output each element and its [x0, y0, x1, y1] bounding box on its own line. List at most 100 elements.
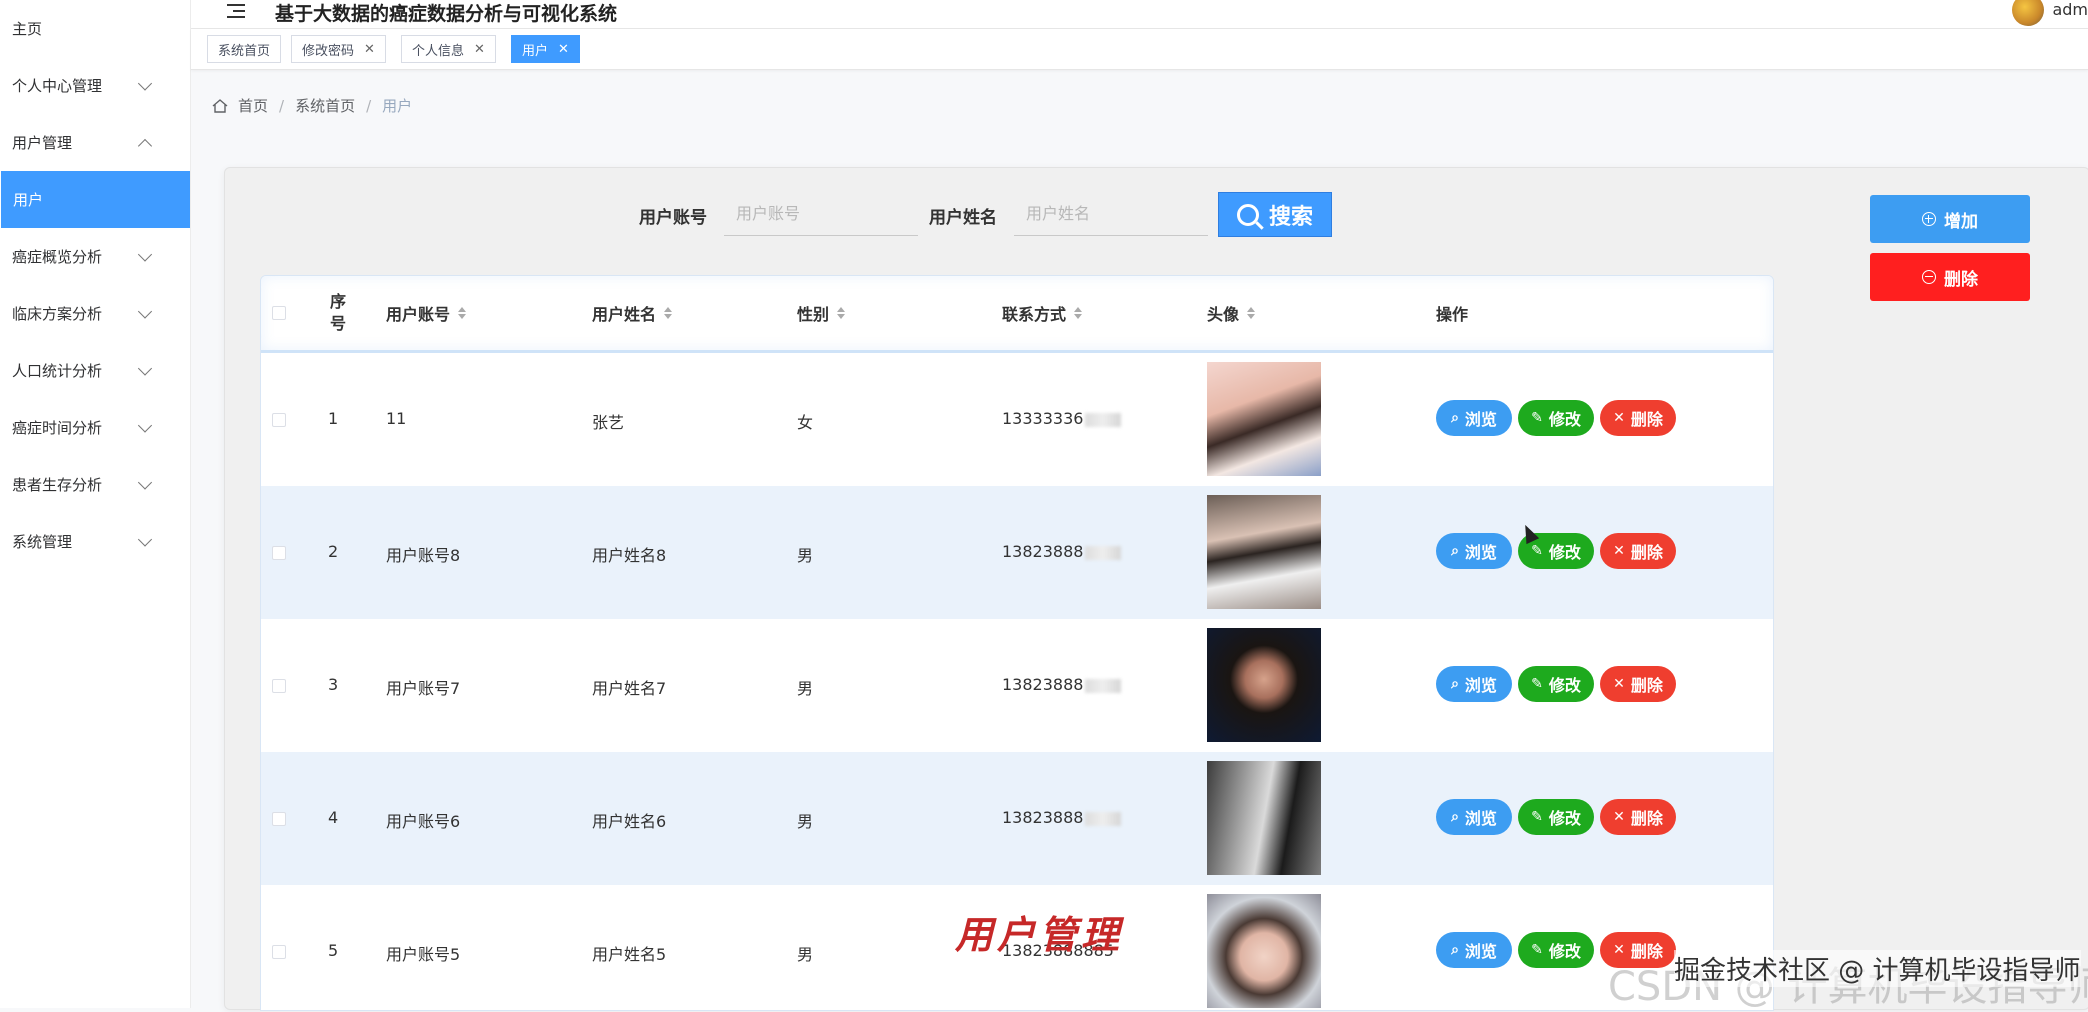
edit-icon: ✎: [1531, 809, 1543, 825]
close-icon: ✕: [1613, 543, 1625, 559]
view-button-label: 浏览: [1464, 809, 1497, 828]
sidebar-item-label: 用户: [13, 191, 44, 209]
column-header-avatar[interactable]: 头像: [1207, 276, 1256, 350]
sort-icon[interactable]: [1247, 307, 1256, 319]
cell-index: 1: [328, 409, 339, 428]
sidebar-item-cancer-time[interactable]: 癌症时间分析: [0, 399, 190, 456]
column-header-account[interactable]: 用户账号: [386, 276, 467, 350]
row-checkbox[interactable]: [272, 812, 286, 826]
avatar-image[interactable]: [1207, 362, 1321, 476]
cell-account: 用户账号6: [386, 812, 461, 831]
breadcrumb-current: 用户: [382, 97, 413, 115]
avatar-image[interactable]: [1207, 894, 1321, 1008]
sort-icon[interactable]: [837, 307, 846, 319]
view-button[interactable]: ⌕ 浏览: [1436, 666, 1512, 702]
close-icon[interactable]: ✕: [474, 42, 485, 57]
tab-system-home[interactable]: 系统首页: [207, 35, 282, 63]
row-checkbox[interactable]: [272, 413, 286, 427]
sidebar-item-user-management[interactable]: 用户管理: [0, 114, 190, 171]
sidebar-item-label: 主页: [12, 20, 43, 38]
sidebar-item-label: 用户管理: [12, 134, 73, 152]
menu-toggle-icon[interactable]: [227, 4, 245, 18]
view-button[interactable]: ⌕ 浏览: [1436, 799, 1512, 835]
delete-button[interactable]: ✕ 删除: [1600, 533, 1676, 569]
tab-personal-info[interactable]: 个人信息 ✕: [401, 35, 496, 63]
close-icon[interactable]: ✕: [558, 42, 569, 57]
sidebar-item-survival[interactable]: 患者生存分析: [0, 456, 190, 513]
edit-button[interactable]: ✎ 修改: [1518, 666, 1594, 702]
add-button-label: 增加: [1944, 211, 1978, 232]
overlay-stamp: 用户管理: [955, 912, 1124, 957]
close-icon: ✕: [1613, 410, 1625, 426]
edit-button-label: 修改: [1548, 676, 1581, 695]
sort-icon[interactable]: [664, 307, 673, 319]
sidebar-item-users[interactable]: 用户: [1, 171, 190, 228]
view-button[interactable]: ⌕ 浏览: [1436, 533, 1512, 569]
header-label: 用户姓名: [592, 305, 657, 324]
user-avatar[interactable]: [2012, 0, 2044, 26]
search-icon: ⌕: [1451, 676, 1459, 692]
select-all-checkbox[interactable]: [272, 306, 286, 320]
chevron-down-icon: [137, 474, 153, 490]
column-header-index: 序号: [329, 292, 346, 333]
sidebar-item-personal-center[interactable]: 个人中心管理: [0, 57, 190, 114]
cell-index: 2: [328, 542, 339, 561]
column-header-gender[interactable]: 性别: [797, 276, 846, 350]
column-header-phone[interactable]: 联系方式: [1002, 276, 1083, 350]
close-icon[interactable]: ✕: [364, 42, 375, 57]
row-checkbox[interactable]: [272, 679, 286, 693]
account-search-input[interactable]: [724, 192, 918, 236]
delete-button[interactable]: ✕ 删除: [1600, 666, 1676, 702]
search-icon: ⌕: [1451, 809, 1459, 825]
breadcrumb-home[interactable]: 首页: [238, 95, 268, 116]
sidebar-item-home[interactable]: 主页: [0, 0, 190, 57]
user-name[interactable]: adm: [2052, 0, 2088, 19]
phone-text: 13823888: [1002, 542, 1084, 561]
table-row: 1 11 张艺 女 13333336 ⌕ 浏览 ✎ 修改 ✕ 删除: [261, 353, 1773, 486]
sort-icon[interactable]: [1074, 307, 1083, 319]
sidebar-item-cancer-overview[interactable]: 癌症概览分析: [0, 228, 190, 285]
column-header-name[interactable]: 用户姓名: [592, 276, 673, 350]
add-button[interactable]: 增加: [1870, 195, 2030, 243]
main-panel: 用户账号 用户姓名 搜索 增加 删除 序号 用户账号 用户姓名 性别 联系方式 …: [224, 167, 2088, 1011]
cell-index: 5: [328, 941, 339, 960]
edit-button[interactable]: ✎ 修改: [1518, 400, 1594, 436]
sidebar-item-clinical-plan[interactable]: 临床方案分析: [0, 285, 190, 342]
view-button-label: 浏览: [1464, 410, 1497, 429]
breadcrumb-system-home[interactable]: 系统首页: [295, 95, 355, 116]
edit-button[interactable]: ✎ 修改: [1518, 932, 1594, 968]
avatar-image[interactable]: [1207, 628, 1321, 742]
cell-account: 用户账号8: [386, 546, 461, 565]
home-icon: [212, 98, 228, 113]
account-search-label: 用户账号: [639, 208, 707, 228]
cell-phone: 13823888: [1002, 542, 1122, 561]
batch-delete-button[interactable]: 删除: [1870, 253, 2030, 301]
delete-button-label: 删除: [1630, 809, 1663, 828]
sort-icon[interactable]: [458, 307, 467, 319]
sidebar-item-system[interactable]: 系统管理: [0, 513, 190, 570]
search-button-label: 搜索: [1268, 204, 1313, 230]
header-label: 联系方式: [1002, 305, 1067, 324]
cell-gender: 男: [797, 812, 814, 831]
cell-gender: 男: [797, 679, 814, 698]
delete-button[interactable]: ✕ 删除: [1600, 400, 1676, 436]
name-search-input[interactable]: [1014, 192, 1208, 236]
delete-button-label: 删除: [1944, 269, 1978, 290]
edit-button[interactable]: ✎ 修改: [1518, 799, 1594, 835]
sidebar-item-label: 人口统计分析: [12, 362, 103, 380]
delete-button[interactable]: ✕ 删除: [1600, 799, 1676, 835]
edit-button-label: 修改: [1548, 942, 1581, 961]
row-checkbox[interactable]: [272, 945, 286, 959]
tab-change-password[interactable]: 修改密码 ✕: [291, 35, 386, 63]
avatar-image[interactable]: [1207, 761, 1321, 875]
view-button[interactable]: ⌕ 浏览: [1436, 932, 1512, 968]
search-button[interactable]: 搜索: [1218, 192, 1332, 237]
view-button[interactable]: ⌕ 浏览: [1436, 400, 1512, 436]
cell-account: 用户账号5: [386, 945, 461, 964]
row-checkbox[interactable]: [272, 546, 286, 560]
sidebar-item-label: 系统管理: [12, 533, 73, 551]
sidebar-item-demographics[interactable]: 人口统计分析: [0, 342, 190, 399]
cell-name: 用户姓名5: [592, 945, 667, 964]
tab-users[interactable]: 用户 ✕: [511, 35, 580, 63]
avatar-image[interactable]: [1207, 495, 1321, 609]
